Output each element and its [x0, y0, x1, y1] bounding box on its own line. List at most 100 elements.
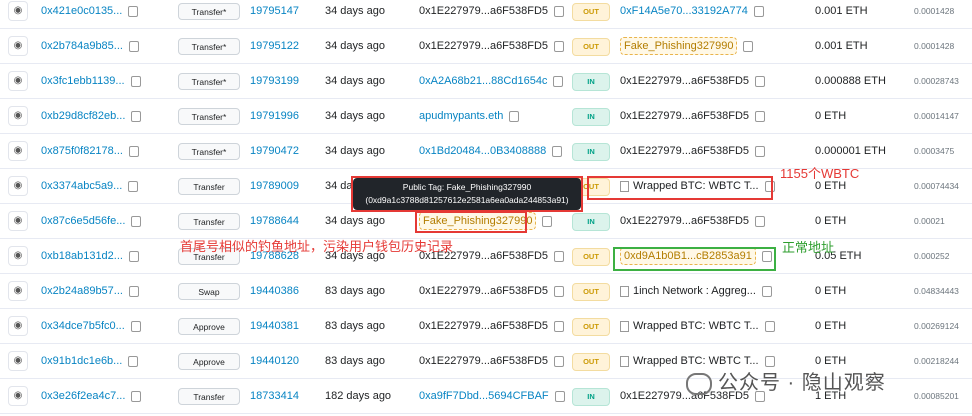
eye-icon[interactable]: ◉	[8, 176, 28, 196]
copy-icon[interactable]	[542, 215, 553, 227]
copy-icon[interactable]	[743, 40, 754, 52]
copy-icon[interactable]	[753, 5, 764, 17]
copy-icon[interactable]	[128, 5, 139, 17]
tx-hash[interactable]: 0x2b784a9b85...	[41, 29, 139, 64]
from-address[interactable]: 0xa9fF7Dbd...5694CFBAF	[419, 390, 549, 402]
tx-hash[interactable]: 0x2b24a89b57...	[41, 274, 139, 309]
tx-fee: 0.00074434	[914, 181, 959, 191]
tx-hash-text[interactable]: 0xb29d8cf82eb...	[41, 110, 125, 122]
tx-hash[interactable]: 0x87c6e5d56fe...	[41, 204, 142, 239]
block-number[interactable]: 19440381	[250, 309, 299, 344]
phishing-from-highlight-box	[415, 211, 527, 233]
copy-icon[interactable]	[509, 110, 520, 122]
copy-icon[interactable]	[764, 320, 775, 332]
to-cell: Fake_Phishing327990	[620, 29, 754, 64]
copy-icon[interactable]	[130, 75, 141, 87]
block-number[interactable]: 19795122	[250, 29, 299, 64]
copy-icon[interactable]	[554, 285, 565, 297]
copy-icon[interactable]	[552, 145, 563, 157]
block-number[interactable]: 19440120	[250, 344, 299, 379]
to-cell: 0x1E227979...a6F538FD5	[620, 134, 766, 169]
eye-icon[interactable]: ◉	[8, 36, 28, 56]
copy-icon[interactable]	[128, 355, 139, 367]
block-number[interactable]: 19440386	[250, 274, 299, 309]
eye-icon[interactable]: ◉	[8, 316, 28, 336]
eye-icon[interactable]: ◉	[8, 386, 28, 406]
copy-icon[interactable]	[554, 5, 565, 17]
contract-icon	[620, 320, 629, 332]
copy-icon[interactable]	[554, 40, 565, 52]
eye-icon[interactable]: ◉	[8, 1, 28, 21]
tx-hash-text[interactable]: 0x3fc1ebb1139...	[41, 75, 125, 87]
from-address[interactable]: 0xA2A68b21...88Cd1654c	[419, 75, 547, 87]
copy-icon[interactable]	[128, 250, 139, 262]
tx-hash-text[interactable]: 0xb18ab131d2...	[41, 250, 123, 262]
to-cell: 0xF14A5e70...33192A774	[620, 0, 764, 29]
copy-icon[interactable]	[554, 320, 565, 332]
tx-hash[interactable]: 0x3fc1ebb1139...	[41, 64, 141, 99]
from-address[interactable]: 0x1Bd20484...0B3408888	[419, 145, 546, 157]
from-address[interactable]: apudmypants.eth	[419, 110, 503, 122]
copy-icon[interactable]	[755, 145, 766, 157]
copy-icon[interactable]	[128, 285, 139, 297]
copy-icon[interactable]	[554, 390, 565, 402]
eye-icon[interactable]: ◉	[8, 281, 28, 301]
copy-icon[interactable]	[128, 180, 139, 192]
copy-icon[interactable]	[553, 75, 564, 87]
tx-hash-text[interactable]: 0x3e26f2ea4c7...	[41, 390, 125, 402]
tx-hash[interactable]: 0x875f0f82178...	[41, 134, 139, 169]
copy-icon[interactable]	[755, 110, 766, 122]
tx-hash-text[interactable]: 0x3374abc5a9...	[41, 180, 122, 192]
block-number[interactable]: 19795147	[250, 0, 299, 29]
block-number[interactable]: 18733414	[250, 379, 299, 414]
eye-icon[interactable]: ◉	[8, 351, 28, 371]
tx-hash-text[interactable]: 0x91b1dc1e6b...	[41, 355, 122, 367]
to-tag[interactable]: Fake_Phishing327990	[620, 37, 738, 55]
eye-icon[interactable]: ◉	[8, 246, 28, 266]
tx-hash[interactable]: 0xb18ab131d2...	[41, 239, 139, 274]
tx-hash[interactable]: 0x91b1dc1e6b...	[41, 344, 139, 379]
copy-icon[interactable]	[764, 355, 775, 367]
eye-icon[interactable]: ◉	[8, 211, 28, 231]
eye-icon[interactable]: ◉	[8, 141, 28, 161]
tx-hash[interactable]: 0x3e26f2ea4c7...	[41, 379, 142, 414]
copy-icon[interactable]	[755, 75, 766, 87]
tx-hash[interactable]: 0xb29d8cf82eb...	[41, 99, 142, 134]
copy-icon[interactable]	[131, 215, 142, 227]
copy-icon[interactable]	[131, 390, 142, 402]
tx-hash-text[interactable]: 0x421e0c0135...	[41, 5, 122, 17]
block-number[interactable]: 19788644	[250, 204, 299, 239]
copy-icon[interactable]	[128, 145, 139, 157]
block-number[interactable]: 19790472	[250, 134, 299, 169]
eye-icon[interactable]: ◉	[8, 71, 28, 91]
tx-hash-text[interactable]: 0x87c6e5d56fe...	[41, 215, 125, 227]
tx-hash-text[interactable]: 0x34dce7b5fc0...	[41, 320, 125, 332]
table-row: ◉ 0xb29d8cf82eb... Transfer* 19791996 34…	[0, 99, 972, 134]
tx-hash-text[interactable]: 0x2b24a89b57...	[41, 285, 123, 297]
copy-icon[interactable]	[554, 355, 565, 367]
from-cell: 0x1E227979...a6F538FD5	[419, 274, 565, 309]
from-address: 0x1E227979...a6F538FD5	[419, 320, 549, 332]
eye-icon[interactable]: ◉	[8, 106, 28, 126]
tx-hash-text[interactable]: 0x875f0f82178...	[41, 145, 123, 157]
direction-badge: IN	[572, 213, 610, 231]
block-number[interactable]: 19793199	[250, 64, 299, 99]
copy-icon[interactable]	[130, 320, 141, 332]
tx-hash[interactable]: 0x421e0c0135...	[41, 0, 139, 29]
to-contract[interactable]: 1inch Network : Aggreg...	[633, 285, 756, 297]
from-address: 0x1E227979...a6F538FD5	[419, 40, 549, 52]
tx-hash-text[interactable]: 0x2b784a9b85...	[41, 40, 123, 52]
to-contract[interactable]: Wrapped BTC: WBTC T...	[633, 320, 759, 332]
tx-hash[interactable]: 0x34dce7b5fc0...	[41, 309, 141, 344]
copy-icon[interactable]	[761, 285, 772, 297]
copy-icon[interactable]	[755, 215, 766, 227]
contract-icon	[620, 285, 629, 297]
copy-icon[interactable]	[128, 40, 139, 52]
to-address[interactable]: 0xF14A5e70...33192A774	[620, 5, 748, 17]
block-number[interactable]: 19789009	[250, 169, 299, 204]
block-number[interactable]: 19791996	[250, 99, 299, 134]
tx-hash[interactable]: 0x3374abc5a9...	[41, 169, 139, 204]
copy-icon[interactable]	[131, 110, 142, 122]
copy-icon[interactable]	[554, 250, 565, 262]
to-address: 0x1E227979...a6F538FD5	[620, 75, 750, 87]
